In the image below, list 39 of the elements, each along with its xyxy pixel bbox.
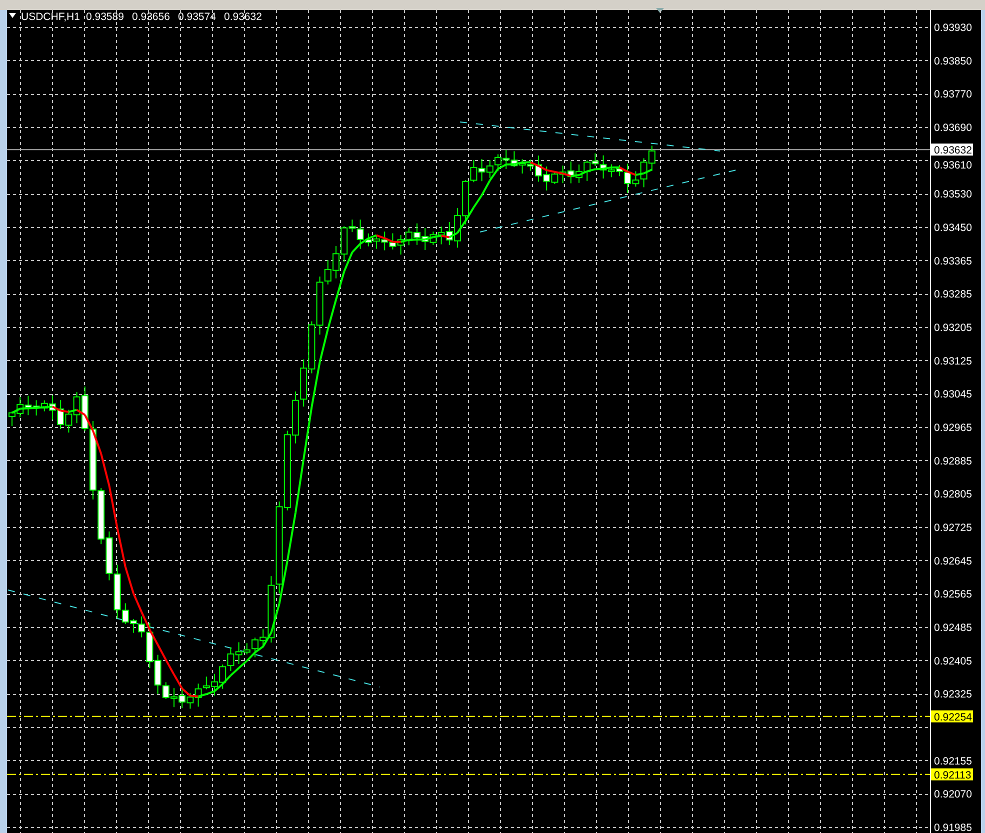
price-tick-label: 0.93530 <box>934 188 972 201</box>
price-tag: 0.92254 <box>931 710 973 724</box>
price-tick-label: 0.92565 <box>934 588 972 601</box>
price-tick-label: 0.93610 <box>934 159 972 172</box>
dropdown-triangle-icon[interactable] <box>9 13 16 18</box>
price-tick-label: 0.93850 <box>934 55 972 68</box>
trend-line[interactable] <box>460 122 720 152</box>
price-tick-label: 0.92645 <box>934 555 972 568</box>
level-line[interactable] <box>6 774 930 775</box>
price-tick-label: 0.93450 <box>934 222 972 234</box>
price-tag: 0.93632 <box>931 144 973 157</box>
price-tick-label: 0.92070 <box>934 788 972 801</box>
price-tick-label: 0.92155 <box>934 755 972 768</box>
price-tick-label: 0.91985 <box>934 822 972 833</box>
price-tick-label: 0.93690 <box>934 122 972 134</box>
price-tick-label: 0.92885 <box>934 455 972 468</box>
ohlc-value: 0.93656 <box>132 11 170 23</box>
price-tick-label: 0.92965 <box>934 422 972 434</box>
ohlc-value: 0.93589 <box>86 11 124 23</box>
price-tick-label: 0.92325 <box>934 688 972 701</box>
price-tick-label: 0.92805 <box>934 488 972 501</box>
price-tick-label: 0.93365 <box>934 255 972 268</box>
price-tick-label: 0.93770 <box>934 88 972 101</box>
level-line[interactable] <box>6 716 930 717</box>
price-tick-label: 0.93205 <box>934 322 972 334</box>
price-tick-label: 0.92485 <box>934 622 972 634</box>
price-tick-label: 0.92725 <box>934 522 972 534</box>
price-tick-label: 0.92405 <box>934 655 972 668</box>
price-tick-label: 0.93125 <box>934 355 972 368</box>
trend-line[interactable] <box>480 170 736 232</box>
scroll-marker-icon[interactable] <box>656 8 664 13</box>
price-tick-label: 0.93285 <box>934 288 972 301</box>
price-tag: 0.92113 <box>931 768 973 782</box>
price-tick-label: 0.93930 <box>934 22 972 34</box>
price-tick-label: 0.93045 <box>934 388 972 401</box>
symbol-label: USDCHF,H1 <box>21 11 80 23</box>
ohlc-value: 0.93632 <box>224 11 262 23</box>
trend-line[interactable] <box>8 590 380 688</box>
ohlc-value: 0.93574 <box>178 11 216 23</box>
